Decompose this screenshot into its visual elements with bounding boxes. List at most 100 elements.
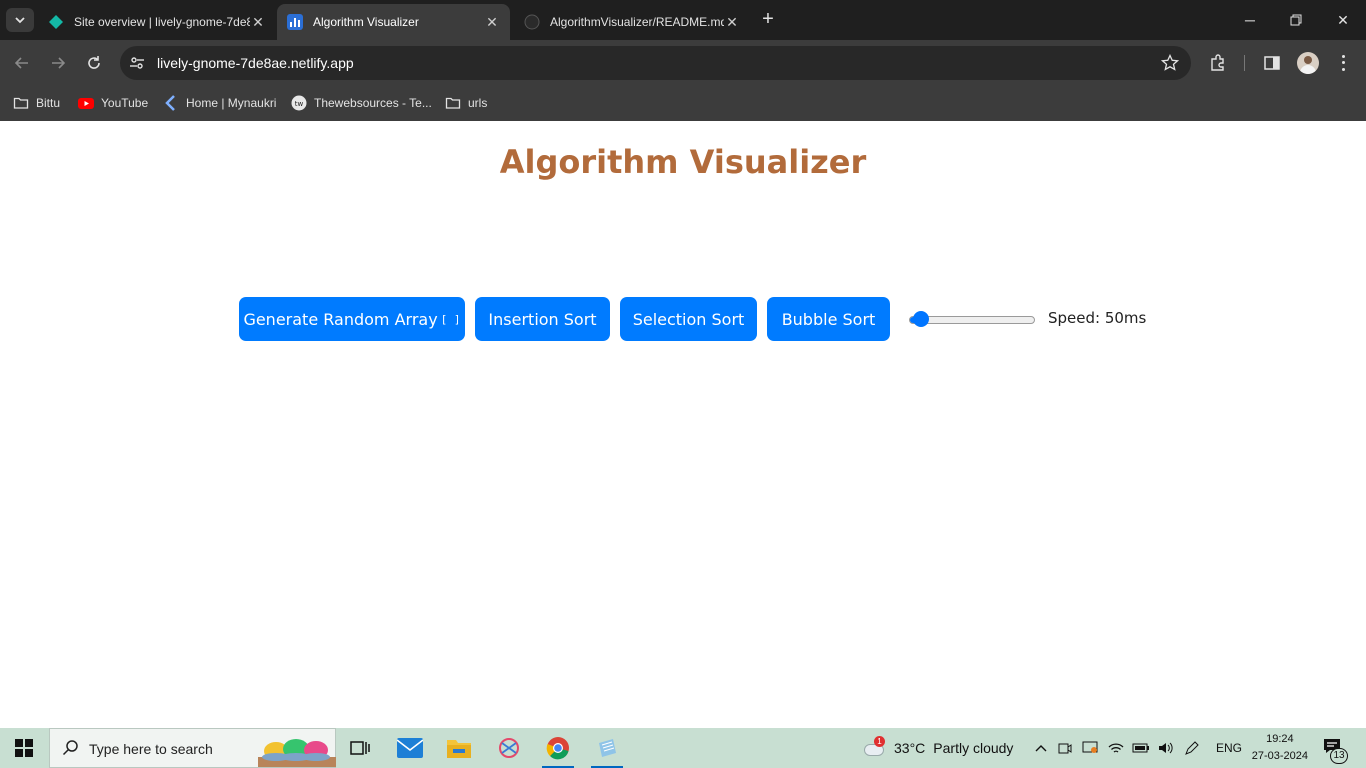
mail-app[interactable] [388,728,432,768]
back-button[interactable] [10,51,34,75]
search-icon [62,740,78,756]
notepad-app[interactable] [585,728,629,768]
bookmark-youtube[interactable]: YouTube [78,92,148,114]
weather-badge: 1 [874,736,885,747]
language-indicator[interactable]: ENG [1216,741,1242,755]
chrome-app[interactable] [536,728,580,768]
clock[interactable]: 19:24 27-03-2024 [1252,731,1308,765]
folder-icon [445,97,461,109]
address-bar[interactable]: lively-gnome-7de8ae.netlify.app [120,46,1191,80]
close-tab-icon[interactable]: ✕ [724,14,740,31]
start-button[interactable] [0,728,48,768]
holi-colors-icon [258,739,336,767]
tab-readme[interactable]: AlgorithmVisualizer/README.md ✕ [514,4,750,40]
task-view-button[interactable] [338,728,382,768]
chrome-icon [546,737,569,760]
reload-button[interactable] [82,51,106,75]
tab-site-overview[interactable]: Site overview | lively-gnome-7de8ae ✕ [38,4,276,40]
bookmark-urls[interactable]: urls [445,92,487,114]
chevron-up-icon[interactable] [1034,743,1048,753]
weather-temp: 33°C [894,740,926,756]
tab-title: AlgorithmVisualizer/README.md [550,15,724,29]
restore-icon [1290,14,1302,26]
search-placeholder: Type here to search [89,741,213,757]
meet-now-icon[interactable] [1058,741,1072,755]
bookmarks-bar: Bittu YouTube Home | Mynaukri tw Thewebs… [0,86,1366,121]
bookmark-thewebsources[interactable]: tw Thewebsources - Te... [291,92,432,114]
bookmark-label: YouTube [101,96,149,110]
arrow-right-icon [52,57,66,69]
cast-icon[interactable] [1082,741,1098,755]
taskbar: Type here to search 1 33°C Partly cloudy… [0,728,1366,768]
mynaukri-icon [165,95,175,111]
url-text: lively-gnome-7de8ae.netlify.app [157,55,354,71]
chevron-down-icon [15,17,25,24]
notification-center-button[interactable]: 13 [1322,737,1348,764]
weather-condition: Partly cloudy [933,740,1014,756]
tab-title: Site overview | lively-gnome-7de8ae [74,15,250,29]
array-bracket-icon: [ ] [440,312,461,326]
browser-chrome: Site overview | lively-gnome-7de8ae ✕ Al… [0,0,1366,121]
snipping-tool-icon [499,738,519,758]
folder-icon [447,740,471,758]
browser-toolbar: lively-gnome-7de8ae.netlify.app [0,40,1366,86]
folder-icon [13,97,29,109]
extensions-icon[interactable] [1208,53,1228,73]
page-title: Algorithm Visualizer [499,143,867,181]
bookmark-bittu[interactable]: Bittu [13,92,60,114]
snipping-tool-app[interactable] [487,728,531,768]
selection-sort-button[interactable]: Selection Sort [620,297,757,341]
wifi-icon[interactable] [1108,741,1124,755]
speed-label: Speed: 50ms [1048,309,1147,327]
page-content: Algorithm Visualizer Generate Random Arr… [0,121,1366,728]
close-tab-icon[interactable]: ✕ [250,14,266,31]
volume-icon[interactable] [1158,741,1174,755]
button-label: Generate Random Array [243,309,438,329]
tab-strip: Site overview | lively-gnome-7de8ae ✕ Al… [0,0,1366,40]
task-view-icon [350,741,370,755]
speed-slider-thumb[interactable] [913,311,930,327]
github-icon [524,14,540,30]
menu-dot-icon [1341,68,1345,72]
windows-logo-icon [15,739,33,757]
mail-icon [397,738,423,758]
app-favicon-icon [287,14,303,30]
thewebsources-icon: tw [291,95,307,111]
close-window-button[interactable]: ✕ [1320,0,1366,40]
weather-icon: 1 [862,736,886,758]
weather-widget[interactable]: 1 33°C Partly cloudy [862,728,1013,768]
tab-algorithm-visualizer[interactable]: Algorithm Visualizer ✕ [277,4,510,40]
bookmark-label: Thewebsources - Te... [314,96,432,110]
generate-random-array-button[interactable]: Generate Random Array[ ] [239,297,465,341]
arrow-left-icon [14,57,28,69]
tab-search-button[interactable] [6,8,34,32]
profile-avatar[interactable] [1297,52,1319,74]
bookmark-label: urls [468,96,488,110]
menu-dot-icon [1341,54,1345,58]
file-explorer-app[interactable] [437,728,481,768]
side-panel-icon[interactable] [1262,53,1282,73]
notification-count: 13 [1330,748,1348,764]
bookmark-label: Home | Mynaukri [186,96,277,110]
bookmark-mynaukri[interactable]: Home | Mynaukri [163,92,276,114]
close-tab-icon[interactable]: ✕ [484,14,500,31]
bubble-sort-button[interactable]: Bubble Sort [767,297,890,341]
site-info-icon[interactable] [128,54,146,72]
forward-button[interactable] [46,51,70,75]
new-tab-button[interactable]: + [758,9,778,31]
controls-bar: Generate Random Array[ ] Insertion Sort … [0,297,1366,341]
restore-button[interactable] [1273,0,1319,40]
menu-button[interactable] [1338,53,1348,73]
bookmark-label: Bittu [36,96,61,110]
youtube-icon [78,98,94,109]
notepad-icon [599,739,616,757]
pen-icon[interactable] [1184,740,1200,756]
minimize-button[interactable]: ─ [1227,0,1273,40]
netlify-icon [49,15,63,29]
taskbar-search[interactable]: Type here to search [49,728,336,768]
battery-icon[interactable] [1132,742,1150,754]
toolbar-divider [1244,55,1245,71]
reload-icon [88,56,100,69]
bookmark-star-icon[interactable] [1161,54,1179,72]
insertion-sort-button[interactable]: Insertion Sort [475,297,610,341]
